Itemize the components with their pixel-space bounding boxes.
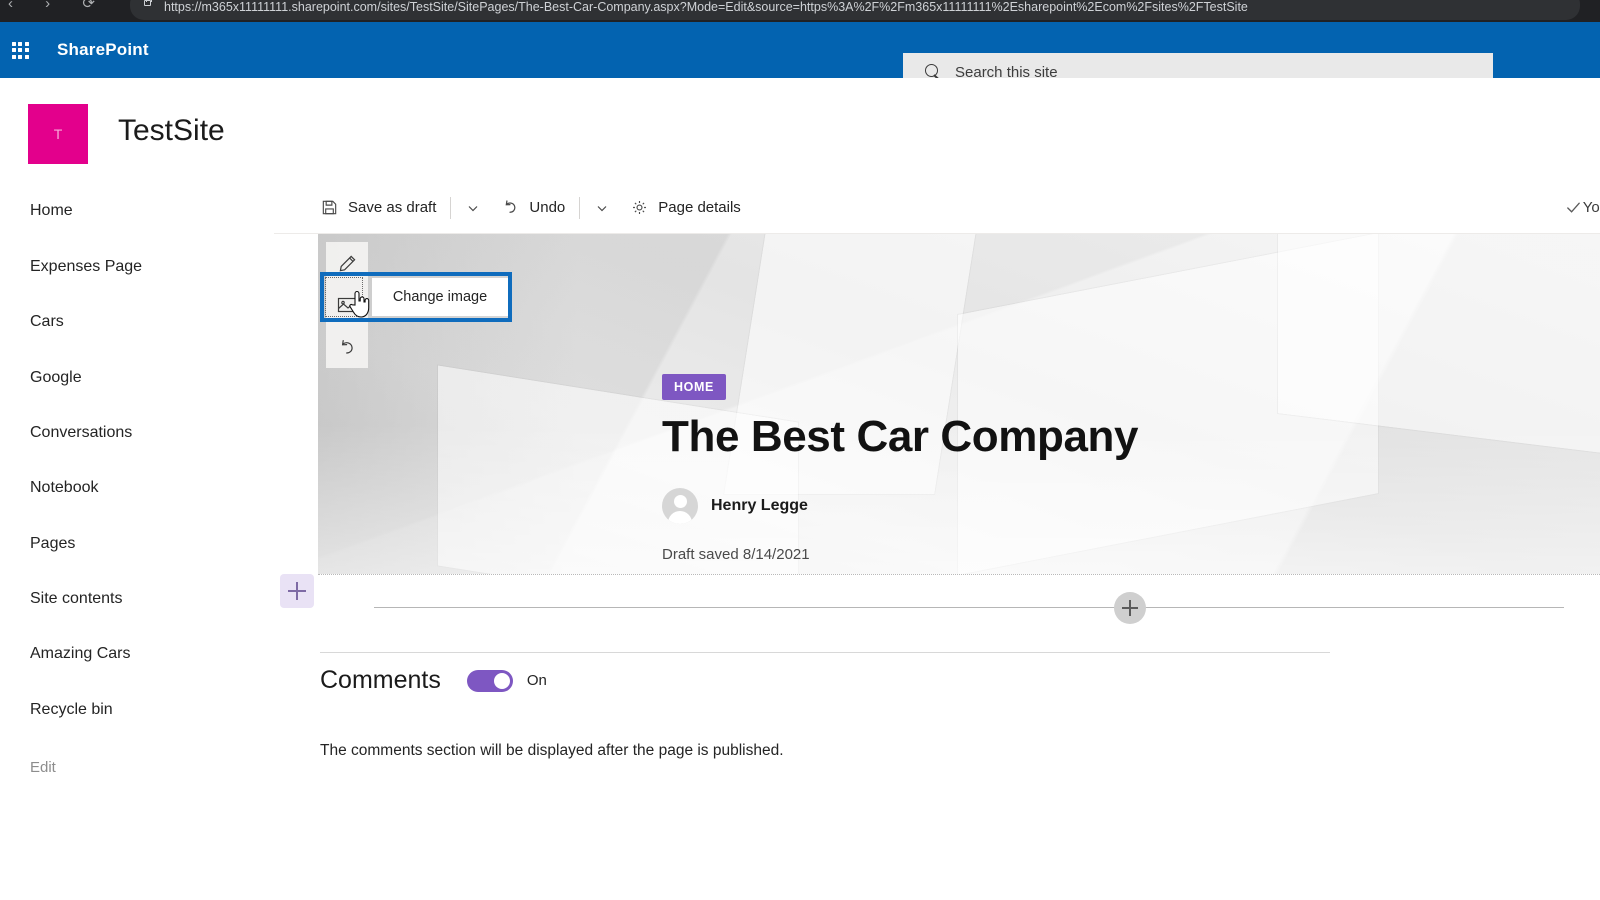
undo-icon xyxy=(501,198,520,217)
site-title[interactable]: TestSite xyxy=(118,114,225,148)
browser-url-bar[interactable]: https://m365x11111111.sharepoint.com/sit… xyxy=(130,0,1580,20)
chevron-down-icon xyxy=(596,202,608,214)
section-divider-rule xyxy=(320,652,1330,653)
comments-title: Comments xyxy=(320,666,441,695)
plus-icon xyxy=(1122,600,1138,616)
hero-bottom-dashed-border xyxy=(318,574,1600,575)
sharepoint-brand-link[interactable]: SharePoint xyxy=(57,40,149,60)
suite-bar: SharePoint xyxy=(0,22,1600,78)
sidebar-item-conversations[interactable]: Conversations xyxy=(0,418,274,448)
save-options-chevron[interactable] xyxy=(455,188,491,228)
site-header: T TestSite xyxy=(0,78,1600,182)
add-web-part-button[interactable] xyxy=(1114,592,1146,624)
gear-icon xyxy=(630,198,649,217)
command-separator-1 xyxy=(450,197,451,219)
undo-label: Undo xyxy=(529,199,565,216)
sidebar-item-cars[interactable]: Cars xyxy=(0,307,274,337)
page-canvas: Change image HOME The Best Car Company H… xyxy=(274,234,1600,900)
web-part-divider xyxy=(374,607,1564,608)
sidebar-item-amazing-cars[interactable]: Amazing Cars xyxy=(0,639,274,669)
sidebar-item-expenses-page[interactable]: Expenses Page xyxy=(0,252,274,282)
avatar xyxy=(662,488,698,524)
browser-nav-buttons[interactable]: ‹ › ⟳ xyxy=(8,0,109,12)
author-byline[interactable]: Henry Legge xyxy=(662,488,808,524)
left-navigation: Home Expenses Page Cars Google Conversat… xyxy=(0,182,274,900)
page-details-button[interactable]: Page details xyxy=(620,188,751,228)
page-status-indicator: You xyxy=(1564,198,1600,217)
comments-toggle-state: On xyxy=(527,672,547,689)
toggle-knob xyxy=(494,673,510,689)
save-as-draft-button[interactable]: Save as draft xyxy=(310,188,446,228)
sidebar-item-home[interactable]: Home xyxy=(0,196,274,226)
checkmark-icon xyxy=(1564,198,1583,217)
sidebar-item-google[interactable]: Google xyxy=(0,363,274,393)
command-bar: Save as draft Undo Page details You xyxy=(274,182,1600,234)
command-separator-2 xyxy=(579,197,580,219)
hero-web-part[interactable]: Change image HOME The Best Car Company H… xyxy=(318,234,1600,574)
sidebar-edit-link[interactable]: Edit xyxy=(0,752,274,782)
page-details-label: Page details xyxy=(658,199,741,216)
sidebar-item-site-contents[interactable]: Site contents xyxy=(0,584,274,614)
url-text: https://m365x11111111.sharepoint.com/sit… xyxy=(164,0,1248,14)
save-as-draft-label: Save as draft xyxy=(348,199,436,216)
page-status-text: You xyxy=(1583,199,1600,216)
pencil-icon xyxy=(337,253,358,274)
sidebar-item-pages[interactable]: Pages xyxy=(0,529,274,559)
draft-status-text: Draft saved 8/14/2021 xyxy=(662,546,810,563)
hero-undo-button[interactable] xyxy=(326,326,368,368)
chevron-down-icon xyxy=(467,202,479,214)
author-name: Henry Legge xyxy=(711,497,808,515)
undo-options-chevron[interactable] xyxy=(584,188,620,228)
app-launcher-icon[interactable] xyxy=(8,38,32,62)
topic-badge[interactable]: HOME xyxy=(662,374,726,400)
comments-toggle[interactable] xyxy=(467,670,513,692)
undo-button[interactable]: Undo xyxy=(491,188,575,228)
plus-icon xyxy=(288,582,306,600)
comments-note: The comments section will be displayed a… xyxy=(320,742,784,760)
browser-chrome-strip: ‹ › ⟳ https://m365x11111111.sharepoint.c… xyxy=(0,0,1600,22)
comments-header: Comments On xyxy=(320,666,547,695)
sidebar-item-recycle-bin[interactable]: Recycle bin xyxy=(0,695,274,725)
page-title[interactable]: The Best Car Company xyxy=(662,412,1138,462)
save-icon xyxy=(320,198,339,217)
site-logo[interactable]: T xyxy=(28,104,88,164)
add-section-button[interactable] xyxy=(280,574,314,608)
mouse-cursor-hand-icon xyxy=(346,286,372,320)
lock-icon xyxy=(144,0,151,6)
sidebar-item-notebook[interactable]: Notebook xyxy=(0,473,274,503)
change-image-tooltip: Change image xyxy=(372,278,508,316)
undo-icon xyxy=(337,337,358,358)
